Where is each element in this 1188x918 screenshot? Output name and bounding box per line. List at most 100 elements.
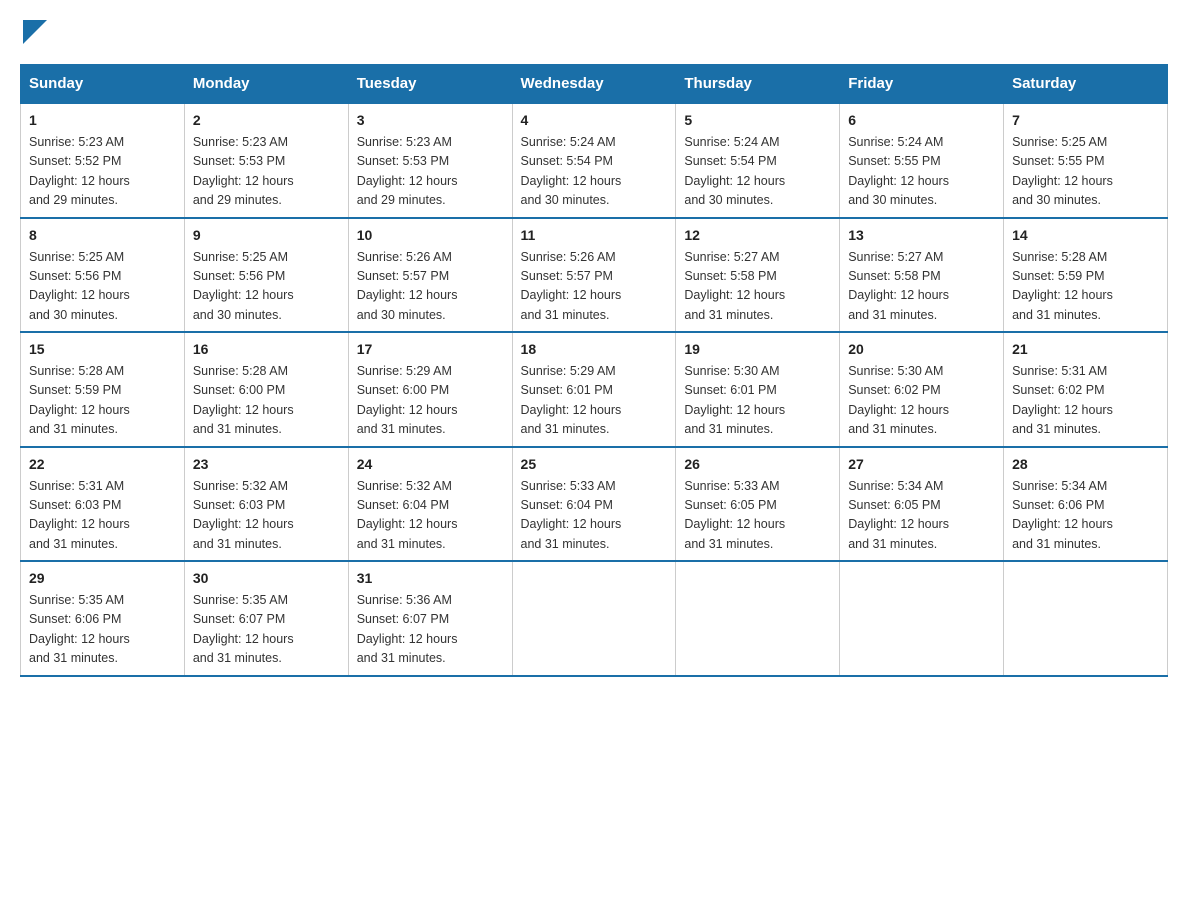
calendar-cell: 31 Sunrise: 5:36 AM Sunset: 6:07 PM Dayl…: [348, 561, 512, 676]
day-number: 16: [193, 339, 340, 360]
day-number: 11: [521, 225, 668, 246]
cell-content: Sunrise: 5:23 AM Sunset: 5:52 PM Dayligh…: [29, 135, 130, 207]
calendar-cell: 25 Sunrise: 5:33 AM Sunset: 6:04 PM Dayl…: [512, 447, 676, 562]
calendar-cell: 19 Sunrise: 5:30 AM Sunset: 6:01 PM Dayl…: [676, 332, 840, 447]
day-number: 26: [684, 454, 831, 475]
calendar-cell: 5 Sunrise: 5:24 AM Sunset: 5:54 PM Dayli…: [676, 103, 840, 218]
day-number: 17: [357, 339, 504, 360]
calendar-cell: 24 Sunrise: 5:32 AM Sunset: 6:04 PM Dayl…: [348, 447, 512, 562]
calendar-week-1: 1 Sunrise: 5:23 AM Sunset: 5:52 PM Dayli…: [21, 103, 1168, 218]
cell-content: Sunrise: 5:28 AM Sunset: 5:59 PM Dayligh…: [29, 364, 130, 436]
calendar-cell: 10 Sunrise: 5:26 AM Sunset: 5:57 PM Dayl…: [348, 218, 512, 333]
weekday-header-monday: Monday: [184, 65, 348, 104]
cell-content: Sunrise: 5:25 AM Sunset: 5:55 PM Dayligh…: [1012, 135, 1113, 207]
cell-content: Sunrise: 5:35 AM Sunset: 6:06 PM Dayligh…: [29, 593, 130, 665]
day-number: 28: [1012, 454, 1159, 475]
calendar-cell: [1004, 561, 1168, 676]
day-number: 19: [684, 339, 831, 360]
calendar-cell: 20 Sunrise: 5:30 AM Sunset: 6:02 PM Dayl…: [840, 332, 1004, 447]
cell-content: Sunrise: 5:27 AM Sunset: 5:58 PM Dayligh…: [848, 250, 949, 322]
calendar-cell: 1 Sunrise: 5:23 AM Sunset: 5:52 PM Dayli…: [21, 103, 185, 218]
cell-content: Sunrise: 5:29 AM Sunset: 6:01 PM Dayligh…: [521, 364, 622, 436]
day-number: 3: [357, 110, 504, 131]
cell-content: Sunrise: 5:23 AM Sunset: 5:53 PM Dayligh…: [357, 135, 458, 207]
calendar-cell: 4 Sunrise: 5:24 AM Sunset: 5:54 PM Dayli…: [512, 103, 676, 218]
weekday-header-friday: Friday: [840, 65, 1004, 104]
cell-content: Sunrise: 5:25 AM Sunset: 5:56 PM Dayligh…: [193, 250, 294, 322]
day-number: 8: [29, 225, 176, 246]
cell-content: Sunrise: 5:24 AM Sunset: 5:55 PM Dayligh…: [848, 135, 949, 207]
calendar-week-5: 29 Sunrise: 5:35 AM Sunset: 6:06 PM Dayl…: [21, 561, 1168, 676]
cell-content: Sunrise: 5:24 AM Sunset: 5:54 PM Dayligh…: [684, 135, 785, 207]
cell-content: Sunrise: 5:31 AM Sunset: 6:03 PM Dayligh…: [29, 479, 130, 551]
cell-content: Sunrise: 5:28 AM Sunset: 5:59 PM Dayligh…: [1012, 250, 1113, 322]
cell-content: Sunrise: 5:25 AM Sunset: 5:56 PM Dayligh…: [29, 250, 130, 322]
day-number: 10: [357, 225, 504, 246]
cell-content: Sunrise: 5:36 AM Sunset: 6:07 PM Dayligh…: [357, 593, 458, 665]
cell-content: Sunrise: 5:32 AM Sunset: 6:03 PM Dayligh…: [193, 479, 294, 551]
calendar-cell: 17 Sunrise: 5:29 AM Sunset: 6:00 PM Dayl…: [348, 332, 512, 447]
day-number: 15: [29, 339, 176, 360]
calendar-table: SundayMondayTuesdayWednesdayThursdayFrid…: [20, 64, 1168, 677]
day-number: 7: [1012, 110, 1159, 131]
calendar-header-row: SundayMondayTuesdayWednesdayThursdayFrid…: [21, 65, 1168, 104]
calendar-cell: 8 Sunrise: 5:25 AM Sunset: 5:56 PM Dayli…: [21, 218, 185, 333]
calendar-cell: 7 Sunrise: 5:25 AM Sunset: 5:55 PM Dayli…: [1004, 103, 1168, 218]
calendar-cell: 22 Sunrise: 5:31 AM Sunset: 6:03 PM Dayl…: [21, 447, 185, 562]
cell-content: Sunrise: 5:33 AM Sunset: 6:04 PM Dayligh…: [521, 479, 622, 551]
day-number: 5: [684, 110, 831, 131]
cell-content: Sunrise: 5:33 AM Sunset: 6:05 PM Dayligh…: [684, 479, 785, 551]
calendar-cell: [676, 561, 840, 676]
cell-content: Sunrise: 5:23 AM Sunset: 5:53 PM Dayligh…: [193, 135, 294, 207]
page-header: [20, 20, 1168, 44]
calendar-cell: 28 Sunrise: 5:34 AM Sunset: 6:06 PM Dayl…: [1004, 447, 1168, 562]
calendar-cell: 23 Sunrise: 5:32 AM Sunset: 6:03 PM Dayl…: [184, 447, 348, 562]
day-number: 18: [521, 339, 668, 360]
cell-content: Sunrise: 5:34 AM Sunset: 6:05 PM Dayligh…: [848, 479, 949, 551]
calendar-week-3: 15 Sunrise: 5:28 AM Sunset: 5:59 PM Dayl…: [21, 332, 1168, 447]
calendar-cell: 14 Sunrise: 5:28 AM Sunset: 5:59 PM Dayl…: [1004, 218, 1168, 333]
calendar-cell: 3 Sunrise: 5:23 AM Sunset: 5:53 PM Dayli…: [348, 103, 512, 218]
calendar-cell: 2 Sunrise: 5:23 AM Sunset: 5:53 PM Dayli…: [184, 103, 348, 218]
calendar-week-4: 22 Sunrise: 5:31 AM Sunset: 6:03 PM Dayl…: [21, 447, 1168, 562]
day-number: 1: [29, 110, 176, 131]
calendar-cell: 6 Sunrise: 5:24 AM Sunset: 5:55 PM Dayli…: [840, 103, 1004, 218]
calendar-cell: 13 Sunrise: 5:27 AM Sunset: 5:58 PM Dayl…: [840, 218, 1004, 333]
day-number: 20: [848, 339, 995, 360]
calendar-cell: 27 Sunrise: 5:34 AM Sunset: 6:05 PM Dayl…: [840, 447, 1004, 562]
day-number: 23: [193, 454, 340, 475]
cell-content: Sunrise: 5:28 AM Sunset: 6:00 PM Dayligh…: [193, 364, 294, 436]
cell-content: Sunrise: 5:35 AM Sunset: 6:07 PM Dayligh…: [193, 593, 294, 665]
weekday-header-saturday: Saturday: [1004, 65, 1168, 104]
day-number: 30: [193, 568, 340, 589]
day-number: 27: [848, 454, 995, 475]
logo: [20, 20, 50, 44]
day-number: 31: [357, 568, 504, 589]
calendar-cell: 30 Sunrise: 5:35 AM Sunset: 6:07 PM Dayl…: [184, 561, 348, 676]
cell-content: Sunrise: 5:24 AM Sunset: 5:54 PM Dayligh…: [521, 135, 622, 207]
day-number: 2: [193, 110, 340, 131]
day-number: 13: [848, 225, 995, 246]
day-number: 14: [1012, 225, 1159, 246]
cell-content: Sunrise: 5:31 AM Sunset: 6:02 PM Dayligh…: [1012, 364, 1113, 436]
day-number: 29: [29, 568, 176, 589]
calendar-week-2: 8 Sunrise: 5:25 AM Sunset: 5:56 PM Dayli…: [21, 218, 1168, 333]
day-number: 24: [357, 454, 504, 475]
cell-content: Sunrise: 5:26 AM Sunset: 5:57 PM Dayligh…: [357, 250, 458, 322]
cell-content: Sunrise: 5:29 AM Sunset: 6:00 PM Dayligh…: [357, 364, 458, 436]
calendar-cell: 18 Sunrise: 5:29 AM Sunset: 6:01 PM Dayl…: [512, 332, 676, 447]
cell-content: Sunrise: 5:30 AM Sunset: 6:02 PM Dayligh…: [848, 364, 949, 436]
calendar-cell: 11 Sunrise: 5:26 AM Sunset: 5:57 PM Dayl…: [512, 218, 676, 333]
calendar-cell: 26 Sunrise: 5:33 AM Sunset: 6:05 PM Dayl…: [676, 447, 840, 562]
day-number: 25: [521, 454, 668, 475]
logo-triangle-icon: [23, 20, 47, 44]
day-number: 21: [1012, 339, 1159, 360]
weekday-header-sunday: Sunday: [21, 65, 185, 104]
weekday-header-thursday: Thursday: [676, 65, 840, 104]
calendar-cell: 12 Sunrise: 5:27 AM Sunset: 5:58 PM Dayl…: [676, 218, 840, 333]
cell-content: Sunrise: 5:34 AM Sunset: 6:06 PM Dayligh…: [1012, 479, 1113, 551]
cell-content: Sunrise: 5:32 AM Sunset: 6:04 PM Dayligh…: [357, 479, 458, 551]
day-number: 6: [848, 110, 995, 131]
weekday-header-wednesday: Wednesday: [512, 65, 676, 104]
day-number: 22: [29, 454, 176, 475]
